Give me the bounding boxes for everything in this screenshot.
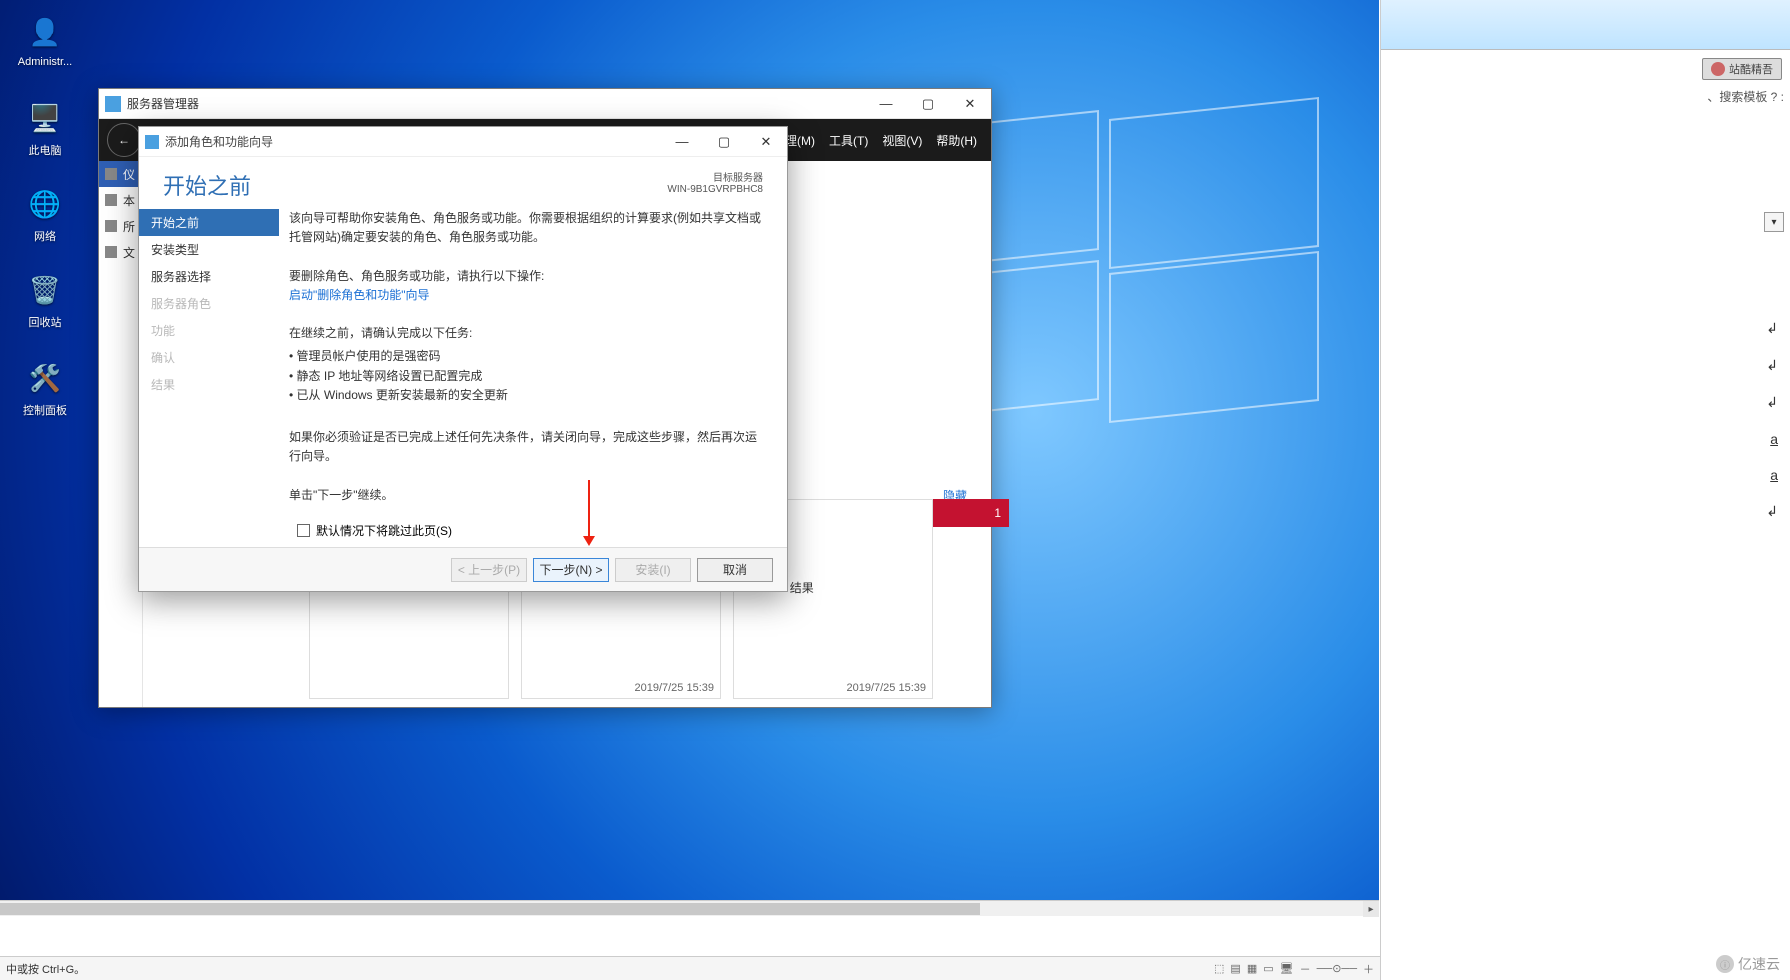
checkbox-icon[interactable] [297,524,310,537]
windows-desktop: 👤Administr... 🖥️此电脑 🌐网络 🗑️回收站 🛠️控制面板 服务器… [0,0,1379,916]
menu-help[interactable]: 帮助(H) [936,132,977,149]
skip-page-checkbox[interactable]: 默认情况下将跳过此页(S) [297,522,452,539]
menu-tools[interactable]: 工具(T) [829,132,868,149]
step-features: 功能 [139,317,279,344]
sidebar-item-local[interactable]: 本 [99,187,142,213]
tray-zoom-out[interactable]: － [1300,961,1311,977]
back-button[interactable]: ← [107,123,141,157]
tray-icon[interactable]: ▤ [1230,962,1240,975]
pc-icon: 🖥️ [25,98,65,138]
wizard-titlebar[interactable]: 添加角色和功能向导 — ▢ ✕ [139,127,787,157]
sidebar-toolbar[interactable]: 、搜索模板 ? : [1707,88,1784,105]
close-button[interactable]: ✕ [949,89,991,119]
wizard-minimize-button[interactable]: — [661,127,703,157]
scrollbar-thumb[interactable] [0,903,980,915]
server-manager-title: 服务器管理器 [127,95,199,112]
sidebar-dropdown[interactable]: ▾ [1764,212,1784,232]
wizard-maximize-button[interactable]: ▢ [703,127,745,157]
scroll-right-icon[interactable]: ▸ [1363,901,1379,917]
menu-view[interactable]: 视图(V) [882,132,922,149]
recycle-icon: 🗑️ [25,270,65,310]
server-manager-icon [105,96,121,112]
step-result: 结果 [139,371,279,398]
add-roles-wizard-window: 添加角色和功能向导 — ▢ ✕ 开始之前 目标服务器 WIN-9B1GVRPBH… [138,126,788,592]
wizard-close-button[interactable]: ✕ [745,127,787,157]
tray-icon[interactable]: 🖥 [1280,962,1294,975]
wizard-target-server: 目标服务器 WIN-9B1GVRPBHC8 [667,169,763,201]
wizard-heading: 开始之前 [163,169,251,201]
desktop-icon-this-pc[interactable]: 🖥️此电脑 [8,98,82,158]
wizard-title: 添加角色和功能向导 [165,133,273,150]
desktop-icon-control-panel[interactable]: 🛠️控制面板 [8,358,82,418]
next-button[interactable]: 下一步(N) > [533,558,609,582]
cancel-button[interactable]: 取消 [697,558,773,582]
step-before[interactable]: 开始之前 [139,209,279,236]
wizard-steps: 开始之前 安装类型 服务器选择 服务器角色 功能 确认 结果 [139,205,279,547]
sidebar-item-all[interactable]: 所 [99,213,142,239]
paragraph-marks: ↲ ↲ ↲ a a ↲ [1766,320,1778,520]
network-icon: 🌐 [25,184,65,224]
horizontal-scrollbar[interactable]: ▸ [0,900,1379,916]
user-icon: 👤 [25,12,65,52]
minimize-button[interactable]: — [865,89,907,119]
card-timestamp: 2019/7/25 15:39 [634,682,714,694]
word-status-bar: 中或按 Ctrl+G。 ⬚ ▤ ▦ ▭ 🖥 － ──⊙── ＋ [0,956,1380,980]
tray-zoom-in[interactable]: ＋ [1363,961,1374,977]
wizard-content: 该向导可帮助你安装角色、角色服务或功能。你需要根据组织的计算要求(例如共享文档或… [279,205,787,547]
statusbar-tray: ⬚ ▤ ▦ ▭ 🖥 － ──⊙── ＋ [1214,961,1374,977]
prev-button: < 上一步(P) [451,558,527,582]
step-select[interactable]: 服务器选择 [139,263,279,290]
desktop-icon-recycle-bin[interactable]: 🗑️回收站 [8,270,82,330]
step-confirm: 确认 [139,344,279,371]
tray-zoom-slider[interactable]: ──⊙── [1317,962,1357,975]
maximize-button[interactable]: ▢ [907,89,949,119]
server-manager-sidebar: 仪 本 所 文 [99,161,143,707]
avatar-icon [1711,62,1725,76]
remove-roles-link[interactable]: 启动"删除角色和功能"向导 [289,288,430,302]
desktop-icon-administrator[interactable]: 👤Administr... [8,12,82,68]
wizard-button-row: < 上一步(P) 下一步(N) > 安装(I) 取消 [139,547,787,591]
watermark: ⓘ 亿速云 [1716,954,1780,974]
sidebar-header-image [1381,0,1790,50]
server-manager-titlebar[interactable]: 服务器管理器 — ▢ ✕ [99,89,991,119]
card-timestamp: 2019/7/25 15:39 [846,682,926,694]
brand-logo-icon: ⓘ [1716,955,1734,973]
step-type[interactable]: 安装类型 [139,236,279,263]
tray-icon[interactable]: ▭ [1263,962,1273,975]
wizard-icon [145,135,159,149]
control-panel-icon: 🛠️ [25,358,65,398]
account-chip[interactable]: 站酷精吾 [1702,58,1782,80]
desktop-icon-network[interactable]: 🌐网络 [8,184,82,244]
annotation-arrow-icon [588,480,590,544]
step-roles: 服务器角色 [139,290,279,317]
tray-icon[interactable]: ▦ [1247,962,1257,975]
sidebar-item-file[interactable]: 文 [99,239,142,265]
tray-icon[interactable]: ⬚ [1214,962,1224,975]
host-app-sidebar: 站酷精吾 、搜索模板 ? : ▾ ↲ ↲ ↲ a a ↲ ⓘ 亿速云 [1380,0,1790,980]
sidebar-item-dashboard[interactable]: 仪 [99,161,142,187]
statusbar-text: 中或按 Ctrl+G。 [6,961,85,977]
install-button: 安装(I) [615,558,691,582]
